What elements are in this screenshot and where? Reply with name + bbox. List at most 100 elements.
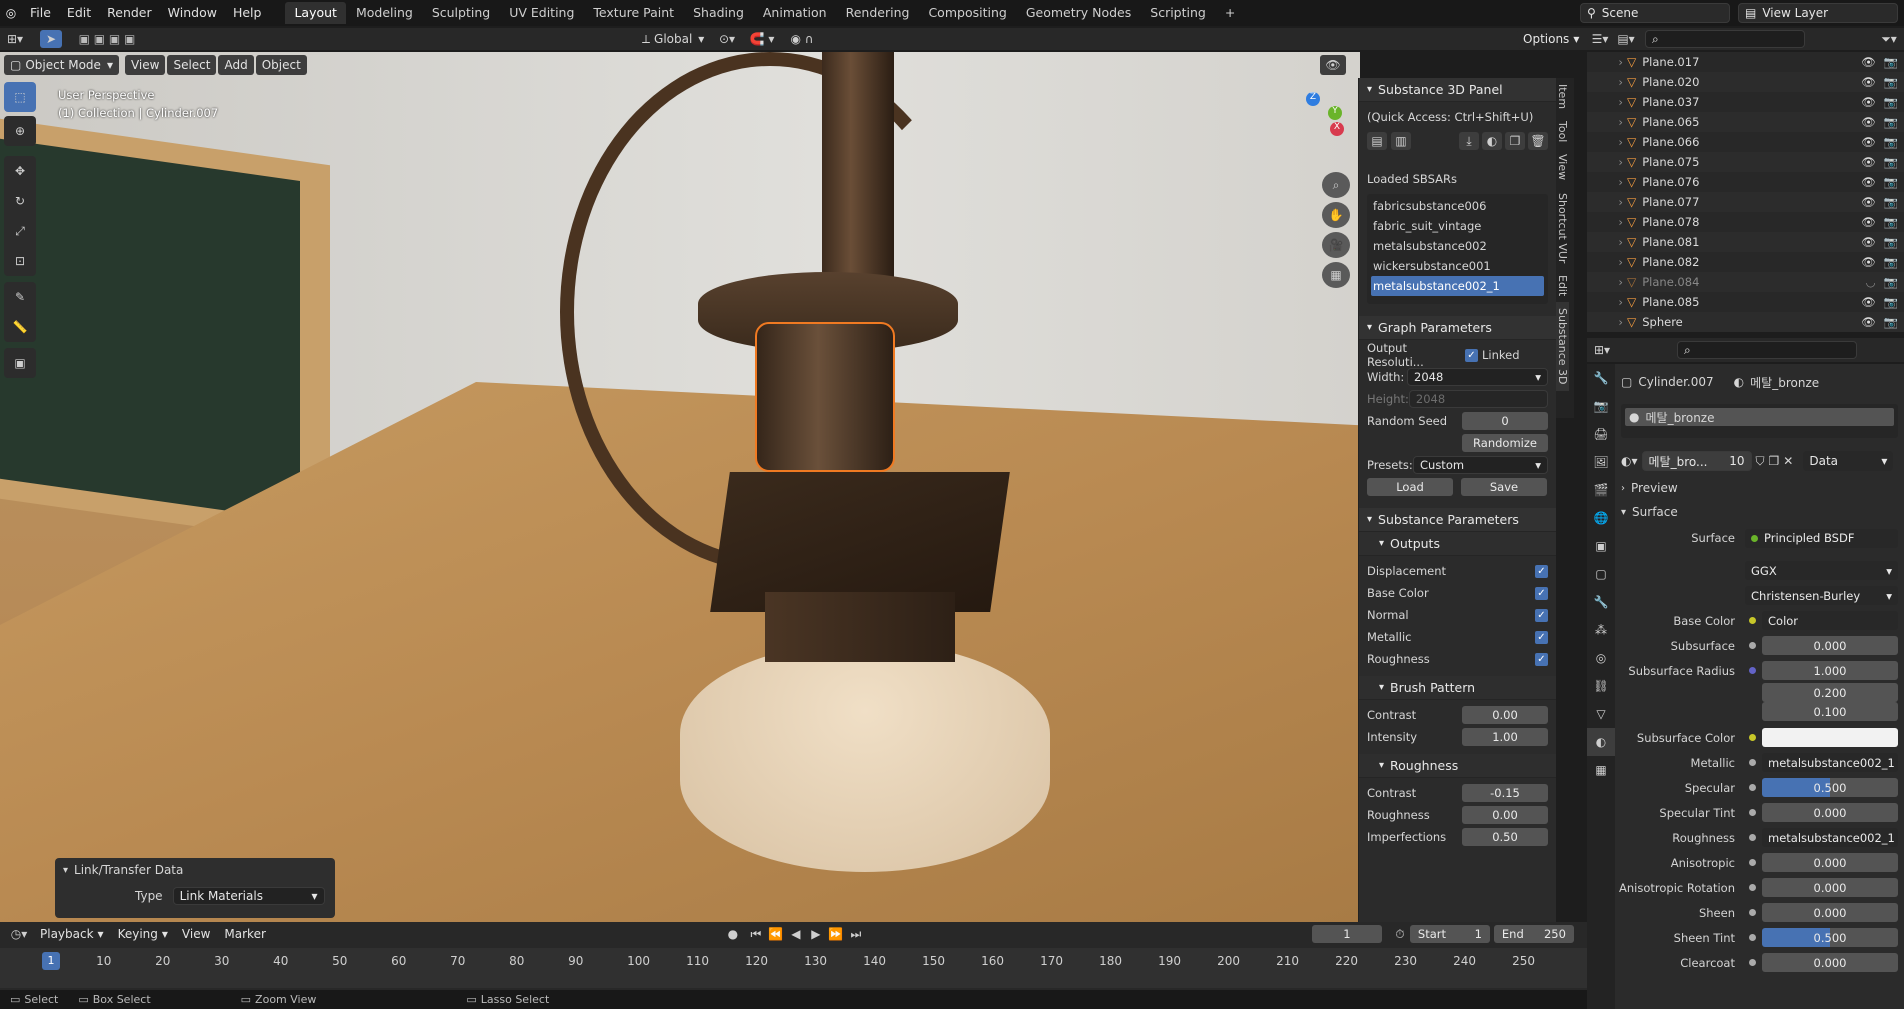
tab-item[interactable]: Item	[1556, 78, 1569, 115]
linked-checkbox[interactable]: ✓	[1465, 348, 1478, 362]
particles-icon[interactable]: ⁂	[1587, 616, 1615, 644]
clearcoat-field[interactable]: 0.000	[1762, 953, 1898, 972]
end-frame-field[interactable]: End 250	[1493, 925, 1574, 943]
outputs-header[interactable]: ▾ Outputs	[1359, 532, 1556, 556]
tab-texture-paint[interactable]: Texture Paint	[584, 2, 683, 24]
eye-icon[interactable]: 👁	[1861, 195, 1876, 209]
scene-icon[interactable]: 🎬	[1587, 476, 1615, 504]
editor-type-icon[interactable]: ◷▾	[4, 927, 34, 941]
camera-icon[interactable]: 📷	[1884, 55, 1898, 69]
list-item[interactable]: metalsubstance002	[1371, 236, 1544, 256]
gizmo-y-axis[interactable]: Y	[1328, 106, 1342, 120]
eye-icon[interactable]: 👁	[1861, 235, 1876, 249]
jump-end-icon[interactable]: ⏭	[846, 927, 866, 942]
outliner-row[interactable]: › ▽ Plane.081 👁 📷	[1587, 232, 1904, 252]
outliner-row[interactable]: › ▽ Plane.075 👁 📷	[1587, 152, 1904, 172]
roughness-field[interactable]: metalsubstance002_1	[1762, 828, 1898, 847]
texture-icon[interactable]: ▦	[1587, 756, 1615, 784]
record-icon[interactable]: ●	[720, 927, 746, 941]
tab-compositing[interactable]: Compositing	[919, 2, 1015, 24]
type-dropdown[interactable]: Link Materials ▾	[172, 887, 325, 905]
world-icon[interactable]: 🌐	[1587, 504, 1615, 532]
eye-icon[interactable]: 👁	[1861, 175, 1876, 189]
camera-icon[interactable]: 📷	[1884, 115, 1898, 129]
anisotropic-field[interactable]: 0.000	[1762, 853, 1898, 872]
download-icon[interactable]: ⤓	[1459, 132, 1479, 150]
unlink-icon[interactable]: ✕	[1783, 454, 1793, 468]
surface-section[interactable]: ▾ Surface	[1615, 500, 1904, 524]
load-folder-icon[interactable]: ▥	[1391, 132, 1411, 150]
randomize-button[interactable]: Randomize	[1462, 434, 1548, 452]
view-menu[interactable]: View	[176, 924, 216, 944]
menu-help[interactable]: Help	[225, 0, 270, 26]
transform-icon[interactable]: ⊡	[4, 246, 36, 276]
output-icon[interactable]: 🖨	[1587, 420, 1615, 448]
constraints-icon[interactable]: ⛓	[1587, 672, 1615, 700]
marker-menu[interactable]: Marker	[218, 924, 271, 944]
add-cube-icon[interactable]: ▣	[4, 348, 36, 378]
mode-selector[interactable]: ▢ Object Mode ▾	[4, 55, 119, 75]
measure-icon[interactable]: 📏	[4, 312, 36, 342]
menu-render[interactable]: Render	[99, 0, 160, 26]
tab-tool[interactable]: Tool	[1556, 115, 1569, 148]
outliner-row[interactable]: › ▽ Plane.077 👁 📷	[1587, 192, 1904, 212]
subsurface-radius-z[interactable]: 0.100	[1762, 702, 1898, 721]
subsurface-method-dropdown[interactable]: Christensen-Burley ▾	[1745, 586, 1898, 605]
pan-hand-icon[interactable]: ✋	[1322, 202, 1350, 228]
render-icon[interactable]: 📷	[1587, 392, 1615, 420]
anisotropic-rotation-field[interactable]: 0.000	[1762, 878, 1898, 897]
data-icon[interactable]: ▽	[1587, 700, 1615, 728]
eye-icon[interactable]: 👁	[1861, 135, 1876, 149]
material-icon[interactable]: ◐	[1482, 132, 1502, 150]
brush-contrast-field[interactable]: 0.00	[1462, 706, 1548, 724]
link-data-dropdown[interactable]: Data ▾	[1803, 451, 1894, 471]
eye-icon[interactable]: 👁	[1861, 155, 1876, 169]
editor-type-icon[interactable]: ⊞▾	[1587, 343, 1617, 357]
outliner-row[interactable]: › ▽ Plane.076 👁 📷	[1587, 172, 1904, 192]
properties-search-input[interactable]: ⌕	[1677, 341, 1857, 359]
outliner-row[interactable]: › ▽ Plane.065 👁 📷	[1587, 112, 1904, 132]
camera-icon[interactable]: 📷	[1884, 255, 1898, 269]
rough-roughness-field[interactable]: 0.00	[1462, 806, 1548, 824]
3d-viewport[interactable]: ▢ Object Mode ▾ View Select Add Object 👁…	[0, 52, 1360, 922]
substance-panel-header[interactable]: ▾ Substance 3D Panel	[1359, 78, 1556, 102]
physics-icon[interactable]: ◎	[1587, 644, 1615, 672]
save-button[interactable]: Save	[1461, 478, 1547, 496]
scale-icon[interactable]: ⤢	[4, 216, 36, 246]
menu-view[interactable]: View	[124, 55, 166, 75]
prev-keyframe-icon[interactable]: ⏪	[766, 927, 786, 941]
camera-icon[interactable]: 📷	[1884, 175, 1898, 189]
substance-parameters-header[interactable]: ▾ Substance Parameters	[1359, 508, 1556, 532]
menu-window[interactable]: Window	[160, 0, 225, 26]
select-box-icon[interactable]: ⬚	[4, 82, 36, 112]
navigation-gizmo[interactable]: Z Y X	[1280, 92, 1350, 162]
material-browse-icon[interactable]: ◐▾	[1621, 454, 1638, 468]
checkbox[interactable]: ✓	[1535, 564, 1548, 578]
eye-icon[interactable]: 👁	[1861, 255, 1876, 269]
tab-substance-3d[interactable]: Substance 3D	[1556, 302, 1569, 391]
display-mode-icon[interactable]: ▤▾	[1613, 32, 1639, 46]
rotate-icon[interactable]: ↻	[4, 186, 36, 216]
tool-icon[interactable]: 🔧	[1587, 364, 1615, 392]
play-reverse-icon[interactable]: ◀	[786, 927, 806, 941]
play-icon[interactable]: ▶	[806, 927, 826, 941]
random-seed-field[interactable]: 0	[1462, 412, 1548, 430]
scene-selector[interactable]: ⚲ Scene	[1580, 3, 1730, 23]
load-button[interactable]: Load	[1367, 478, 1453, 496]
add-workspace-icon[interactable]: +	[1216, 2, 1244, 24]
proportional-edit-icon[interactable]: ◉ ∩	[782, 32, 822, 46]
editor-type-icon[interactable]: ☰▾	[1587, 32, 1613, 46]
outliner-row[interactable]: › ▽ Plane.082 👁 📷	[1587, 252, 1904, 272]
graph-parameters-header[interactable]: ▾ Graph Parameters	[1359, 316, 1556, 340]
subsurface-color-swatch[interactable]	[1762, 728, 1898, 747]
options-dropdown[interactable]: Options ▾	[1517, 29, 1579, 49]
start-frame-field[interactable]: Start 1	[1409, 925, 1490, 943]
tab-animation[interactable]: Animation	[754, 2, 836, 24]
trash-icon[interactable]: 🗑	[1528, 132, 1548, 150]
camera-icon[interactable]: 📷	[1884, 275, 1898, 289]
outliner-row[interactable]: › ▽ Sphere 👁 📷	[1587, 312, 1904, 332]
outliner-row[interactable]: › ▽ Plane.020 👁 📷	[1587, 72, 1904, 92]
outliner-row[interactable]: › ▽ Plane.017 👁 📷	[1587, 52, 1904, 72]
transform-orientation[interactable]: ⟂ Global ▾	[642, 32, 712, 47]
material-slot-selected[interactable]: ● 메탈_bronze	[1625, 408, 1894, 426]
